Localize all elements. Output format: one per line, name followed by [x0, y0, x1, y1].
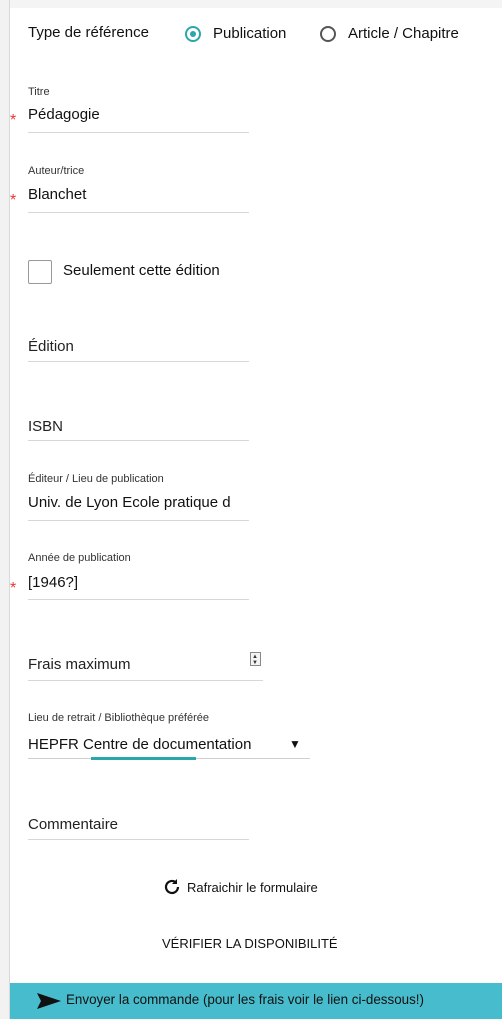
number-spinner-icon[interactable]: ▲ ▼ [250, 652, 261, 666]
refresh-form-button[interactable]: Rafraichir le formulaire [162, 877, 362, 899]
titre-label: Titre [28, 86, 50, 98]
isbn-input[interactable]: ISBN [28, 418, 248, 440]
refresh-form-label: Rafraichir le formulaire [187, 880, 318, 895]
left-edge [0, 0, 10, 1019]
radio-unselected-icon [320, 26, 336, 42]
seulement-edition-label: Seulement cette édition [63, 262, 220, 279]
titre-underline [28, 132, 249, 133]
seulement-edition-checkbox-row[interactable]: Seulement cette édition [28, 258, 248, 284]
editeur-label: Éditeur / Lieu de publication [28, 473, 164, 485]
refresh-icon [164, 879, 180, 895]
annee-input[interactable]: [1946?] [28, 574, 248, 596]
auteur-input[interactable]: Blanchet [28, 186, 248, 208]
send-order-button[interactable]: Envoyer la commande (pour les frais voir… [10, 983, 502, 1019]
annee-required-marker: * [10, 580, 17, 597]
auteur-label: Auteur/trice [28, 165, 85, 177]
radio-article-chapitre[interactable]: Article / Chapitre [320, 24, 490, 44]
reference-type-label: Type de référence [28, 24, 149, 41]
send-arrow-icon [37, 993, 61, 1009]
auteur-underline [28, 212, 249, 213]
auteur-required-marker: * [10, 192, 17, 209]
lieu-retrait-label: Lieu de retrait / Bibliothèque préférée [28, 712, 210, 724]
editeur-input[interactable]: Univ. de Lyon Ecole pratique d [28, 494, 249, 516]
frais-underline [28, 680, 263, 681]
annee-label: Année de publication [28, 552, 131, 564]
titre-input[interactable]: Pédagogie [28, 106, 248, 128]
editeur-underline [28, 520, 249, 521]
top-edge [0, 0, 502, 8]
commentaire-underline [28, 839, 249, 840]
edition-underline [28, 361, 249, 362]
radio-publication[interactable]: Publication [185, 24, 305, 44]
commentaire-input[interactable]: Commentaire [28, 816, 248, 838]
radio-article-chapitre-label: Article / Chapitre [348, 25, 459, 42]
checkbox-unchecked-icon[interactable] [28, 260, 52, 284]
verify-availability-button[interactable]: VÉRIFIER LA DISPONIBILITÉ [162, 936, 362, 956]
isbn-underline [28, 440, 249, 441]
lieu-retrait-focus-indicator [91, 757, 196, 760]
lieu-retrait-value: HEPFR Centre de documentation [28, 736, 252, 753]
radio-selected-icon [185, 26, 201, 42]
annee-underline [28, 599, 249, 600]
edition-input[interactable]: Édition [28, 338, 248, 360]
titre-required-marker: * [10, 112, 17, 129]
send-order-label: Envoyer la commande (pour les frais voir… [66, 992, 424, 1007]
frais-input[interactable]: Frais maximum [28, 656, 248, 678]
radio-publication-label: Publication [213, 25, 287, 42]
lieu-retrait-select[interactable]: HEPFR Centre de documentation ▼ [28, 734, 310, 758]
dropdown-triangle-icon: ▼ [289, 737, 301, 751]
